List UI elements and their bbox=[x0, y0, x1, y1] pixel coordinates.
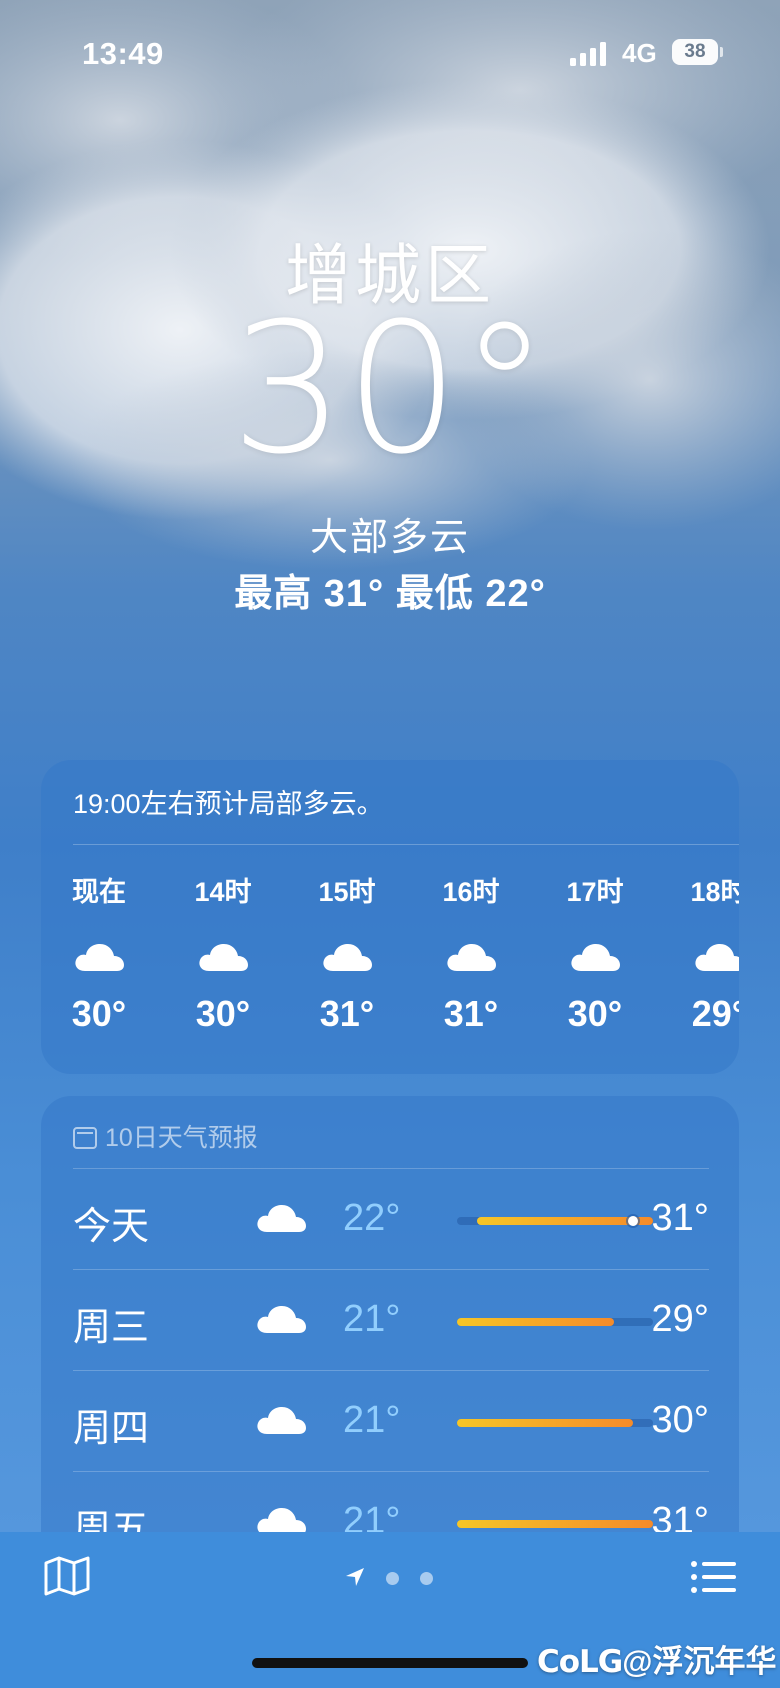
cloud-icon bbox=[255, 1300, 307, 1340]
condition-text: 大部多云 bbox=[309, 517, 470, 559]
low-temperature: 21° bbox=[343, 1399, 401, 1441]
cloud-icon bbox=[669, 939, 739, 973]
low-temperature: 22° bbox=[343, 1197, 401, 1239]
hourly-item: 18时 29° bbox=[669, 870, 739, 1035]
daily-header: 10日天气预报 bbox=[73, 1118, 258, 1154]
high-low-text: 最高 31° 最低 22° bbox=[234, 573, 546, 615]
temperature-range-bar bbox=[457, 1520, 653, 1528]
cloud-icon bbox=[421, 939, 521, 973]
page-dot bbox=[386, 1572, 399, 1585]
daily-row[interactable]: 周三 21° 29° bbox=[73, 1269, 709, 1370]
day-label: 周四 bbox=[73, 1408, 150, 1450]
hour-temperature: 30° bbox=[195, 993, 251, 1034]
watermark-brand: CoLG bbox=[537, 1644, 623, 1680]
daily-header-label: 10日天气预报 bbox=[105, 1124, 258, 1152]
cloud-icon bbox=[49, 939, 149, 973]
hour-temperature: 29° bbox=[691, 993, 739, 1034]
daily-row[interactable]: 今天 22° 31° bbox=[73, 1168, 709, 1269]
temperature-range-fill bbox=[457, 1419, 634, 1427]
battery-level: 38 bbox=[672, 39, 718, 65]
day-label: 今天 bbox=[73, 1206, 150, 1248]
hour-temperature: 30° bbox=[567, 993, 623, 1034]
home-indicator[interactable] bbox=[252, 1658, 528, 1668]
hour-label: 18时 bbox=[690, 877, 739, 907]
hourly-item: 现在 30° bbox=[49, 870, 149, 1035]
hour-label: 16时 bbox=[442, 877, 500, 907]
hourly-item: 15时 31° bbox=[297, 870, 397, 1035]
temperature-range-bar bbox=[457, 1318, 653, 1326]
temperature-range-bar bbox=[457, 1419, 653, 1427]
current-temperature: 30° bbox=[230, 285, 550, 494]
hour-temperature: 31° bbox=[443, 993, 499, 1034]
low-temperature: 21° bbox=[343, 1298, 401, 1340]
high-temperature: 31° bbox=[651, 1197, 709, 1239]
hour-label: 14时 bbox=[194, 877, 252, 907]
daily-row[interactable]: 周四 21° 30° bbox=[73, 1370, 709, 1471]
hourly-item: 16时 31° bbox=[421, 870, 521, 1035]
high-temperature: 30° bbox=[651, 1399, 709, 1441]
page-indicator[interactable] bbox=[344, 1566, 464, 1590]
watermark: CoLG@浮沉年华 bbox=[537, 1636, 776, 1681]
temperature-range-fill bbox=[476, 1217, 653, 1225]
calendar-icon bbox=[73, 1127, 97, 1149]
location-arrow-icon bbox=[346, 1568, 364, 1586]
temperature-range-bar bbox=[457, 1216, 653, 1226]
hourly-item: 17时 30° bbox=[545, 870, 645, 1035]
page-dot bbox=[420, 1572, 433, 1585]
daily-forecast-card[interactable]: 10日天气预报 今天 22° 31° 周三 21° 29° 周四 21° 30° 周五 21° 31° bbox=[41, 1096, 739, 1596]
watermark-text: @浮沉年华 bbox=[622, 1644, 777, 1679]
battery-icon: 38 bbox=[672, 39, 723, 65]
high-temperature: 29° bbox=[651, 1298, 709, 1340]
cloud-icon bbox=[255, 1199, 307, 1239]
hourly-forecast-card[interactable]: 19:00左右预计局部多云。 现在 30° 14时 30° 15时 31° 16时 31° 17… bbox=[41, 760, 739, 1074]
cloud-icon bbox=[255, 1401, 307, 1441]
cloud-icon bbox=[173, 939, 273, 973]
hour-label: 17时 bbox=[566, 877, 624, 907]
divider bbox=[73, 844, 739, 845]
hourly-summary: 19:00左右预计局部多云。 bbox=[73, 789, 384, 819]
hour-temperature: 30° bbox=[71, 993, 127, 1034]
day-label: 周三 bbox=[73, 1307, 150, 1349]
status-bar: 13:49 4G 38 bbox=[0, 30, 780, 74]
hour-temperature: 31° bbox=[319, 993, 375, 1034]
hour-label: 现在 bbox=[72, 877, 126, 907]
map-icon[interactable] bbox=[44, 1556, 90, 1596]
hourly-item: 14时 30° bbox=[173, 870, 273, 1035]
list-icon[interactable] bbox=[690, 1560, 736, 1594]
network-type: 4G bbox=[622, 38, 657, 68]
signal-icon bbox=[570, 42, 606, 66]
temperature-range-fill bbox=[457, 1318, 614, 1326]
cloud-icon bbox=[545, 939, 645, 973]
hour-label: 15时 bbox=[318, 877, 376, 907]
status-time: 13:49 bbox=[82, 36, 164, 71]
cloud-icon bbox=[297, 939, 397, 973]
temperature-range-fill bbox=[457, 1520, 653, 1528]
